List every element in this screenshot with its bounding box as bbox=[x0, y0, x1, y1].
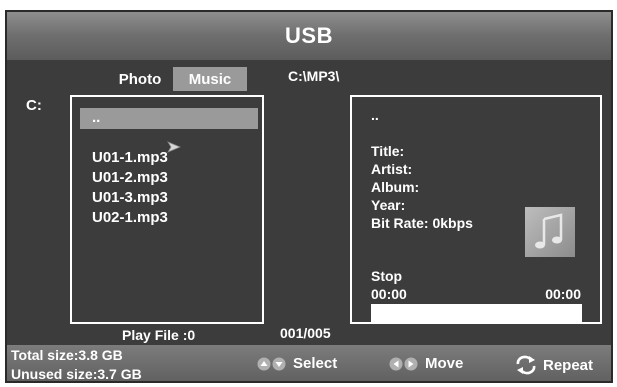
time-elapsed: 00:00 bbox=[371, 286, 407, 302]
music-note-icon bbox=[525, 207, 575, 257]
artist-label: Artist: bbox=[371, 161, 413, 177]
title-label: Title: bbox=[371, 143, 405, 159]
list-item[interactable]: U02-1.mp3 bbox=[80, 208, 258, 229]
list-item-parent-dir[interactable]: .. bbox=[80, 108, 258, 129]
time-total: 00:00 bbox=[545, 286, 581, 302]
unused-size: Unused size:3.7 GB bbox=[11, 366, 142, 382]
usb-browser-screen: USB Photo Music C: C:\MP3\ .. U01-1.mp3 … bbox=[5, 10, 613, 383]
repeat-label: Repeat bbox=[543, 356, 594, 374]
arrow-pointer-icon bbox=[167, 141, 181, 153]
album-label: Album: bbox=[371, 179, 420, 195]
select-label: Select bbox=[293, 355, 338, 372]
total-size: Total size:3.8 GB bbox=[11, 347, 123, 363]
move-label: Move bbox=[425, 355, 464, 372]
playback-status: Stop bbox=[371, 268, 403, 284]
page-title: USB bbox=[285, 23, 333, 48]
up-down-arrows-icon bbox=[257, 357, 286, 370]
left-right-arrows-icon bbox=[389, 357, 418, 370]
file-list-panel: .. U01-1.mp3 U01-2.mp3 U01-3.mp3 U02-1.m… bbox=[70, 95, 264, 324]
repeat-icon bbox=[516, 355, 536, 375]
tab-photo[interactable]: Photo bbox=[109, 67, 171, 91]
repeat-hint[interactable]: Repeat bbox=[515, 355, 593, 375]
current-path: C:\MP3\ bbox=[288, 68, 340, 84]
progress-bar bbox=[371, 304, 582, 323]
list-item[interactable]: U01-2.mp3 bbox=[80, 168, 258, 189]
footer-bar: Total size:3.8 GB Unused size:3.7 GB Sel… bbox=[7, 345, 611, 382]
title-bar: USB bbox=[7, 12, 611, 60]
select-hint[interactable]: Select bbox=[257, 355, 337, 372]
info-panel: .. Title: Artist: Album: Year: Bit Rate:… bbox=[350, 95, 602, 324]
move-hint[interactable]: Move bbox=[389, 355, 463, 372]
year-label: Year: bbox=[371, 197, 406, 213]
selected-item-name: .. bbox=[371, 107, 379, 123]
tab-music[interactable]: Music bbox=[173, 67, 247, 91]
play-file-count: Play File :0 bbox=[122, 327, 196, 343]
file-counter: 001/005 bbox=[280, 325, 331, 341]
drive-label: C: bbox=[26, 97, 42, 114]
bitrate-label: Bit Rate: 0kbps bbox=[371, 215, 473, 231]
list-item[interactable]: U01-3.mp3 bbox=[80, 188, 258, 209]
